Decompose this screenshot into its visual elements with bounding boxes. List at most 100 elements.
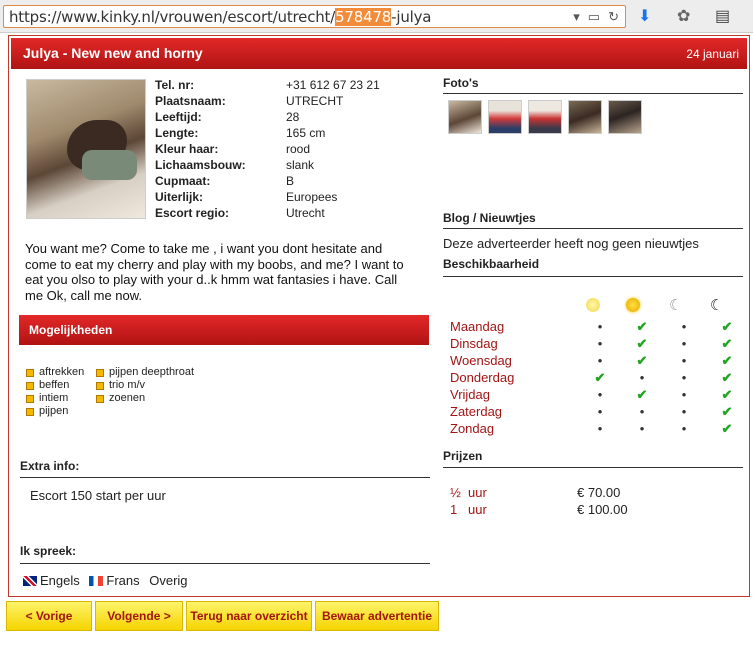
- profile-value: +31 612 67 23 21: [286, 78, 380, 92]
- day-label: Dinsdag: [450, 336, 498, 351]
- profile-label: Plaatsnaam:: [155, 94, 226, 108]
- availability-title: Beschikbaarheid: [443, 257, 540, 271]
- options-list-2: pijpen deepthroat trio m/v zoenen: [96, 366, 194, 405]
- clipboard-icon[interactable]: ▤: [715, 6, 730, 26]
- profile-value: B: [286, 174, 295, 188]
- option-item: beffen: [26, 379, 84, 392]
- language-other: Overig: [149, 573, 188, 588]
- bullet-icon: [96, 394, 104, 403]
- unavailable-dot: •: [597, 336, 603, 351]
- profile-label: Leeftijd:: [155, 110, 202, 124]
- language-title: Ik spreek:: [20, 544, 77, 558]
- price-unit: uur: [468, 485, 487, 500]
- reader-view-icon[interactable]: ▭: [588, 9, 600, 25]
- next-button[interactable]: Volgende >: [95, 601, 183, 631]
- profile-value: Europees: [286, 190, 338, 204]
- download-icon[interactable]: ⬇: [638, 6, 651, 26]
- photo-thumbnail[interactable]: [608, 100, 642, 134]
- profile-row: Tel. nr: +31 612 67 23 21: [155, 77, 380, 93]
- back-to-overview-button[interactable]: Terug naar overzicht: [186, 601, 312, 631]
- check-icon: ✔: [721, 404, 733, 419]
- bullet-icon: [96, 368, 104, 377]
- prices-title: Prijzen: [443, 449, 483, 463]
- profile-label: Uiterlijk:: [155, 190, 204, 204]
- address-bar[interactable]: https://www.kinky.nl/vrouwen/escort/utre…: [3, 5, 626, 28]
- photos-title: Foto's: [443, 76, 479, 90]
- profile-value: 165 cm: [286, 126, 326, 140]
- options-header: Mogelijkheden: [19, 315, 429, 345]
- unavailable-dot: •: [639, 404, 645, 419]
- day-label: Maandag: [450, 319, 505, 334]
- price-price: € 70.00: [577, 485, 621, 500]
- check-icon: ✔: [594, 370, 606, 385]
- unavailable-dot: •: [597, 319, 603, 334]
- unavailable-dot: •: [681, 370, 687, 385]
- profile-value: slank: [286, 158, 315, 172]
- profile-row: Lengte: 165 cm: [155, 125, 380, 141]
- availability-days: Maandag Dinsdag Woensdag Donderdag Vrijdag Za…: [450, 318, 514, 437]
- price-qty: ½: [450, 485, 461, 500]
- check-icon: ✔: [721, 421, 733, 436]
- profile-photo[interactable]: [26, 79, 146, 219]
- language-list: Engels Frans Overig: [23, 573, 188, 588]
- url-highlight: 578478: [335, 8, 392, 26]
- day-label: Woensdag: [450, 353, 512, 368]
- unavailable-dot: •: [597, 421, 603, 436]
- option-item: trio m/v: [96, 379, 194, 392]
- prev-button[interactable]: < Vorige: [6, 601, 92, 631]
- price-qty: 1: [450, 502, 458, 517]
- ad-date: 24 januari: [686, 47, 739, 61]
- unavailable-dot: •: [639, 370, 645, 385]
- profile-row: Plaatsnaam: UTRECHT: [155, 93, 380, 109]
- profile-row: Cupmaat: B: [155, 173, 380, 189]
- dropdown-icon[interactable]: ▾: [573, 9, 580, 25]
- photo-thumbnail[interactable]: [448, 100, 482, 134]
- check-icon: ✔: [721, 353, 733, 368]
- bullet-icon: [26, 394, 34, 403]
- divider: [443, 276, 743, 277]
- check-icon: ✔: [721, 370, 733, 385]
- option-label: aftrekken: [39, 366, 85, 378]
- photo-thumbnail[interactable]: [528, 100, 562, 134]
- profile-info: Tel. nr: +31 612 67 23 21 Plaatsnaam: UTREC…: [155, 77, 380, 221]
- unavailable-dot: •: [681, 353, 687, 368]
- divider: [20, 563, 430, 564]
- photo-thumbnail[interactable]: [568, 100, 602, 134]
- check-icon: ✔: [636, 319, 648, 334]
- profile-row: Kleur haar: rood: [155, 141, 380, 157]
- photo-thumbnail[interactable]: [488, 100, 522, 134]
- profile-value: rood: [286, 142, 311, 156]
- extension-icon[interactable]: ✿: [677, 6, 690, 26]
- profile-label: Kleur haar:: [155, 142, 219, 156]
- morning-icon: [586, 298, 600, 312]
- price-price: € 100.00: [577, 502, 628, 517]
- bullet-icon: [96, 381, 104, 390]
- ad-description: You want me? Come to take me , i want yo…: [25, 241, 404, 303]
- check-icon: ✔: [721, 387, 733, 402]
- fr-flag-icon: [89, 576, 104, 586]
- unavailable-dot: •: [597, 404, 603, 419]
- day-label: Zondag: [450, 421, 495, 436]
- profile-label: Tel. nr:: [155, 78, 195, 92]
- profile-row: Escort regio: Utrecht: [155, 205, 380, 221]
- unavailable-dot: •: [597, 387, 603, 402]
- url-text: https://www.kinky.nl/vrouwen/escort/utre…: [9, 8, 432, 26]
- unavailable-dot: •: [681, 387, 687, 402]
- unavailable-dot: •: [681, 319, 687, 334]
- save-ad-button[interactable]: Bewaar advertentie: [315, 601, 439, 631]
- reload-icon[interactable]: ↻: [608, 9, 619, 25]
- day-label: Zaterdag: [450, 404, 503, 419]
- option-label: trio m/v: [109, 379, 146, 391]
- bullet-icon: [26, 407, 34, 416]
- bullet-icon: [26, 381, 34, 390]
- blog-text: Deze adverteerder heeft nog geen nieuwtj…: [443, 236, 699, 251]
- unavailable-dot: •: [597, 353, 603, 368]
- profile-label: Lichaamsbouw:: [155, 158, 246, 172]
- option-item: zoenen: [96, 392, 194, 405]
- address-bar-icons: ▾ ▭ ↻: [573, 9, 619, 25]
- blog-title: Blog / Nieuwtjes: [443, 211, 536, 225]
- unavailable-dot: •: [681, 421, 687, 436]
- profile-value: Utrecht: [286, 206, 325, 220]
- profile-label: Escort regio:: [155, 206, 230, 220]
- check-icon: ✔: [636, 353, 648, 368]
